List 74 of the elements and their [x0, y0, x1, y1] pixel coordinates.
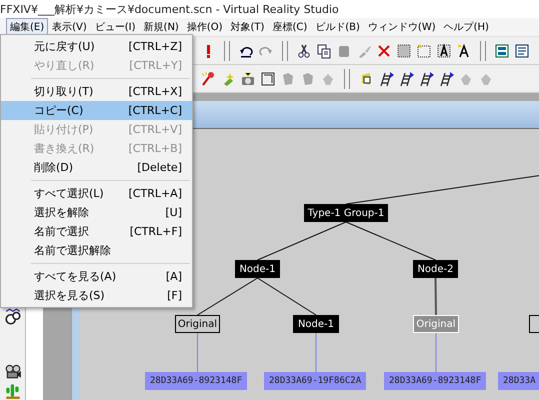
menu-entry-label: やり直し(R)	[34, 58, 94, 73]
menu-item[interactable]: 新規(N)	[140, 18, 183, 36]
frame-icon[interactable]	[260, 70, 276, 86]
menu-entry[interactable]: 名前で選択 [CTRL+F]	[1, 222, 192, 241]
copy-icon[interactable]	[316, 42, 332, 58]
shortcut-text: [CTRL+C]	[128, 104, 182, 117]
gears-icon[interactable]	[4, 308, 22, 326]
window-title: FFXIV¥___解析¥カミース¥document.scn - Virtual Reality Studio	[0, 2, 339, 16]
menu-item[interactable]: ヘルプ(H)	[440, 18, 493, 36]
menu-entry[interactable]: すべて選択(L) [CTRL+A]	[1, 184, 192, 203]
ladder-icon[interactable]	[398, 70, 414, 86]
ladder-icon[interactable]	[438, 70, 454, 86]
shortcut-text: [CTRL+V]	[128, 123, 182, 136]
menu-item[interactable]: ウィンドウ(W)	[364, 18, 440, 36]
id-label[interactable]: 28D33A	[498, 372, 539, 390]
menu-entry[interactable]: 選択を見る(S) [F]	[1, 286, 192, 305]
menu-entry-label: 選択を見る(S)	[34, 288, 105, 303]
diagram-node[interactable]: Node-1	[293, 315, 339, 333]
diagram-node[interactable]: Node-1	[235, 260, 280, 278]
menu-entry-label: 選択を解除	[34, 205, 89, 220]
menu-entry[interactable]: 選択を解除 [U]	[1, 203, 192, 222]
menu-entry[interactable]: 元に戻す(U) [CTRL+Z]	[1, 37, 192, 56]
scissors-icon[interactable]	[296, 42, 312, 58]
menu-item[interactable]: 座標(C)	[268, 18, 312, 36]
menu-entry-label: 書き換え(R)	[34, 141, 94, 156]
ladder-icon[interactable]	[418, 70, 434, 86]
menu-entry-label: コピー(C)	[34, 103, 84, 118]
id-label[interactable]: 28D33A69-8923148F	[145, 372, 248, 390]
menu-entry[interactable]: 切り取り(T) [CTRL+X]	[1, 82, 192, 101]
menu-entry-label: 名前で選択解除	[34, 243, 111, 258]
id-label[interactable]: 28D33A69-19F86C2A	[264, 372, 366, 390]
menu-item[interactable]: 表示(V)	[48, 18, 91, 36]
menu-entry-label: 貼り付け(P)	[34, 122, 94, 137]
menu-item[interactable]: 操作(O)	[182, 18, 227, 36]
connector-line	[434, 278, 437, 316]
connector-line	[197, 278, 258, 316]
menu-item[interactable]: 対象(T)	[226, 18, 268, 36]
shortcut-text: [CTRL+X]	[128, 85, 182, 98]
connector-line	[257, 278, 316, 316]
menu-entry-label: すべてを見る(A)	[34, 269, 116, 284]
menu-item[interactable]: ビュー(I)	[90, 18, 140, 36]
shortcut-text: [CTRL+Z]	[128, 40, 182, 53]
menu-entry-label: 削除(D)	[34, 160, 74, 175]
menu-entry[interactable]: すべてを見る(A) [A]	[1, 267, 192, 286]
shortcut-text: [U]	[165, 206, 182, 219]
letter-frame-icon[interactable]	[436, 42, 452, 58]
camera-icon[interactable]	[4, 362, 22, 380]
shortcut-text: [CTRL+F]	[130, 225, 182, 238]
hatched-square-icon[interactable]	[396, 42, 412, 58]
shortcut-text: [A]	[166, 270, 182, 283]
menu-entry[interactable]: 削除(D) [Delete]	[1, 158, 192, 177]
delete-icon[interactable]	[376, 42, 392, 58]
id-label[interactable]: 28D33A69-8923148F	[384, 372, 486, 390]
diagram-node[interactable]: Type-1 Group-1	[304, 204, 388, 222]
shortcut-text: [CTRL+Y]	[129, 59, 182, 72]
diagram-node[interactable]: Node-2	[413, 260, 458, 278]
ladder-icon[interactable]	[378, 70, 394, 86]
shortcut-text: [F]	[167, 289, 182, 302]
diagram-node[interactable]: Original	[175, 315, 220, 333]
menu-entry[interactable]: コピー(C) [CTRL+C]	[1, 101, 192, 120]
shortcut-text: [Delete]	[137, 161, 182, 174]
menu-entry-label: すべて選択(L)	[34, 186, 104, 201]
pin-icon[interactable]	[200, 70, 216, 86]
shortcut-text: [CTRL+A]	[128, 187, 182, 200]
dotted-square-icon[interactable]	[416, 42, 432, 58]
shortcut-text: [CTRL+B]	[128, 142, 182, 155]
menu-entry-label: 切り取り(T)	[34, 84, 94, 99]
panel-icon[interactable]	[494, 42, 510, 58]
list-panel-icon[interactable]	[514, 42, 530, 58]
menu-entry-label: 名前で選択	[34, 224, 89, 239]
connector-line	[197, 332, 198, 372]
menu-entry[interactable]: 名前で選択解除	[1, 241, 192, 260]
menu-entry-label: 元に戻す(U)	[34, 39, 95, 54]
menu-item[interactable]: ビルド(B)	[311, 18, 364, 36]
